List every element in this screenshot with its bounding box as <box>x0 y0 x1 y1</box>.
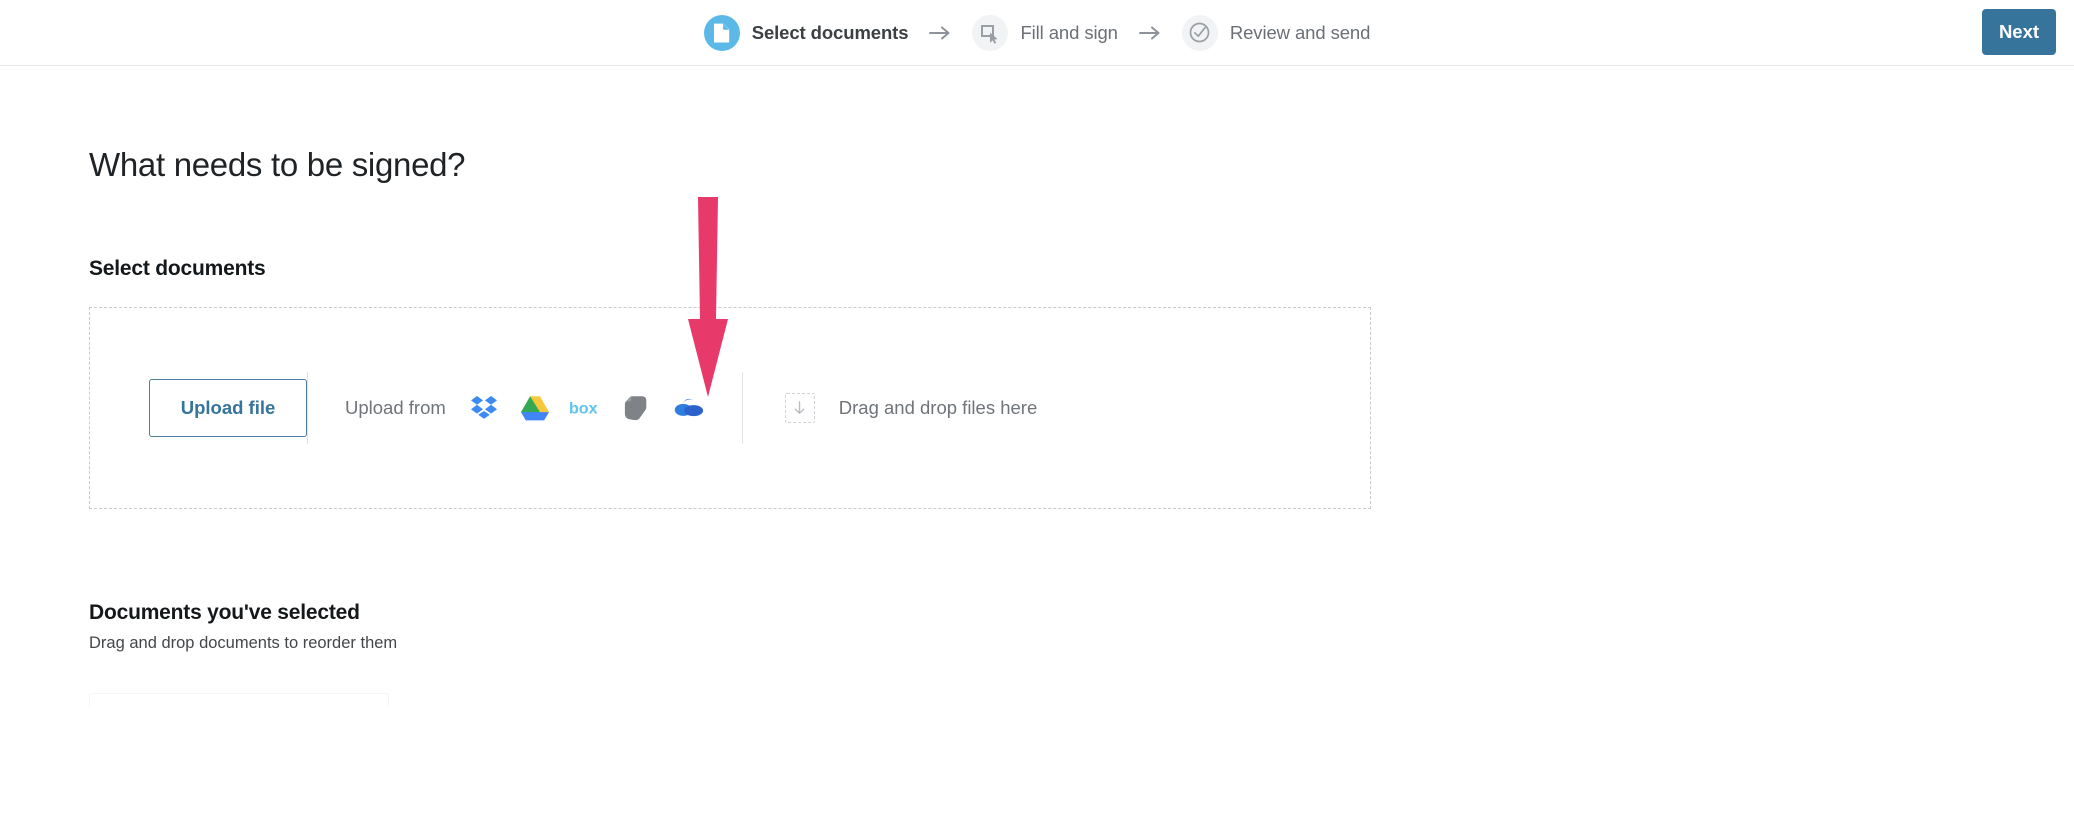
section-title-documents-selected: Documents you've selected <box>89 601 360 624</box>
drag-drop-cell[interactable]: Drag and drop files here <box>743 373 1037 443</box>
next-button[interactable]: Next <box>1982 9 2056 55</box>
arrow-right-icon <box>908 25 972 41</box>
dropbox-icon[interactable] <box>467 391 501 425</box>
cloud-providers-cell: Upload from box <box>308 373 742 443</box>
drag-drop-label: Drag and drop files here <box>838 397 1038 418</box>
documents-selected-subtitle: Drag and drop documents to reorder them <box>89 634 398 652</box>
step-select-documents[interactable]: Select documents <box>703 14 909 51</box>
upload-from-label: Upload from <box>345 397 446 418</box>
box-icon[interactable]: box <box>569 391 603 425</box>
cursor-select-icon <box>972 14 1009 51</box>
download-arrow-icon <box>784 393 815 423</box>
step-label-fill-and-sign: Fill and sign <box>1020 21 1118 43</box>
upload-file-button[interactable]: Upload file <box>149 379 307 437</box>
step-label-review-and-send: Review and send <box>1229 21 1371 43</box>
page-title: What needs to be signed? <box>89 146 466 183</box>
svg-text:box: box <box>569 400 598 418</box>
step-fill-and-sign[interactable]: Fill and sign <box>972 14 1118 51</box>
main-content: What needs to be signed? Select document… <box>0 146 2074 707</box>
check-circle-icon <box>1181 14 1218 51</box>
upload-drop-zone[interactable]: Upload file Upload from box Drag and dro… <box>89 197 1371 509</box>
document-icon <box>703 14 740 51</box>
step-review-and-send[interactable]: Review and send <box>1181 14 1371 51</box>
arrow-right-icon-2 <box>1118 25 1182 41</box>
onedrive-icon[interactable] <box>671 391 705 425</box>
arrow-down-annotation <box>688 197 728 397</box>
step-label-select-documents: Select documents <box>751 21 909 43</box>
google-drive-icon[interactable] <box>518 391 552 425</box>
document-card[interactable] <box>89 693 389 707</box>
top-header-bar: Select documents Fill and sign Review an… <box>0 0 2074 66</box>
evernote-icon[interactable] <box>620 391 654 425</box>
section-title-select-documents: Select documents <box>89 257 266 280</box>
upload-file-cell: Upload file <box>90 373 307 443</box>
progress-stepper: Select documents Fill and sign Review an… <box>703 14 1371 51</box>
